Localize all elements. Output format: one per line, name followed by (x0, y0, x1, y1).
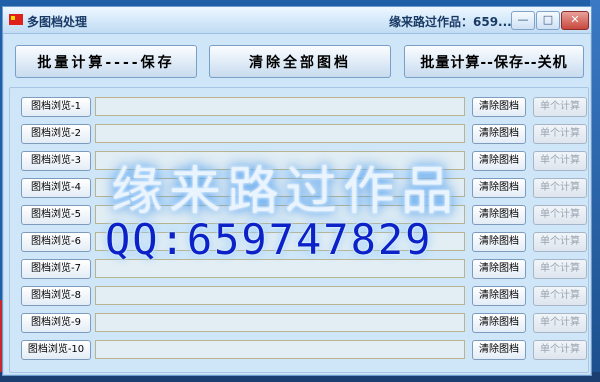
browse-file-button[interactable]: 图档浏览-8 (21, 286, 91, 306)
browse-file-button[interactable]: 图档浏览-3 (21, 151, 91, 171)
clear-file-button[interactable]: 清除图档 (472, 340, 526, 360)
close-button[interactable]: ✕ (561, 11, 589, 30)
browse-file-button[interactable]: 图档浏览-9 (21, 313, 91, 333)
browse-file-button[interactable]: 图档浏览-7 (21, 259, 91, 279)
file-path-field[interactable] (95, 178, 465, 197)
clear-file-button[interactable]: 清除图档 (472, 151, 526, 171)
clear-file-button[interactable]: 清除图档 (472, 313, 526, 333)
browse-file-button[interactable]: 图档浏览-1 (21, 97, 91, 117)
author-label: 缘来路过作品：659... (389, 15, 512, 29)
file-row: 图档浏览-8 清除图档 单个计算 (3, 284, 591, 308)
browse-file-button[interactable]: 图档浏览-4 (21, 178, 91, 198)
file-path-field[interactable] (95, 259, 465, 278)
file-path-field[interactable] (95, 286, 465, 305)
single-calc-button[interactable]: 单个计算 (533, 340, 587, 360)
single-calc-button[interactable]: 单个计算 (533, 178, 587, 198)
batch-calc-save-shutdown-button[interactable]: 批量计算--保存--关机 (404, 45, 584, 78)
file-row: 图档浏览-4 清除图档 单个计算 (3, 176, 591, 200)
clear-all-files-button[interactable]: 清除全部图档 (209, 45, 391, 78)
single-calc-button[interactable]: 单个计算 (533, 286, 587, 306)
file-row: 图档浏览-2 清除图档 单个计算 (3, 122, 591, 146)
browse-file-button[interactable]: 图档浏览-10 (21, 340, 91, 360)
file-row: 图档浏览-10 清除图档 单个计算 (3, 338, 591, 362)
file-path-field[interactable] (95, 97, 465, 116)
single-calc-button[interactable]: 单个计算 (533, 124, 587, 144)
file-path-field[interactable] (95, 124, 465, 143)
clear-file-button[interactable]: 清除图档 (472, 205, 526, 225)
maximize-button[interactable]: □ (536, 11, 560, 30)
file-row: 图档浏览-3 清除图档 单个计算 (3, 149, 591, 173)
single-calc-button[interactable]: 单个计算 (533, 205, 587, 225)
file-row: 图档浏览-5 清除图档 单个计算 (3, 203, 591, 227)
window-title: 多图档处理 (27, 15, 88, 29)
file-row: 图档浏览-6 清除图档 单个计算 (3, 230, 591, 254)
file-row: 图档浏览-7 清除图档 单个计算 (3, 257, 591, 281)
file-path-field[interactable] (95, 205, 465, 224)
clear-file-button[interactable]: 清除图档 (472, 259, 526, 279)
clear-file-button[interactable]: 清除图档 (472, 178, 526, 198)
title-bar[interactable]: 多图档处理 缘来路过作品：659... — □ ✕ (3, 7, 591, 34)
app-window: 多图档处理 缘来路过作品：659... — □ ✕ 批量计算----保存 清除全… (2, 6, 592, 376)
single-calc-button[interactable]: 单个计算 (533, 313, 587, 333)
browse-file-button[interactable]: 图档浏览-6 (21, 232, 91, 252)
single-calc-button[interactable]: 单个计算 (533, 97, 587, 117)
browse-file-button[interactable]: 图档浏览-2 (21, 124, 91, 144)
file-path-field[interactable] (95, 313, 465, 332)
single-calc-button[interactable]: 单个计算 (533, 259, 587, 279)
clear-file-button[interactable]: 清除图档 (472, 97, 526, 117)
single-calc-button[interactable]: 单个计算 (533, 151, 587, 171)
clear-file-button[interactable]: 清除图档 (472, 286, 526, 306)
file-path-field[interactable] (95, 151, 465, 170)
single-calc-button[interactable]: 单个计算 (533, 232, 587, 252)
file-path-field[interactable] (95, 232, 465, 251)
minimize-button[interactable]: — (511, 11, 535, 30)
file-row: 图档浏览-1 清除图档 单个计算 (3, 95, 591, 119)
file-path-field[interactable] (95, 340, 465, 359)
file-row: 图档浏览-9 清除图档 单个计算 (3, 311, 591, 335)
clear-file-button[interactable]: 清除图档 (472, 232, 526, 252)
browse-file-button[interactable]: 图档浏览-5 (21, 205, 91, 225)
clear-file-button[interactable]: 清除图档 (472, 124, 526, 144)
batch-calc-save-button[interactable]: 批量计算----保存 (15, 45, 197, 78)
app-flag-icon (9, 14, 23, 25)
